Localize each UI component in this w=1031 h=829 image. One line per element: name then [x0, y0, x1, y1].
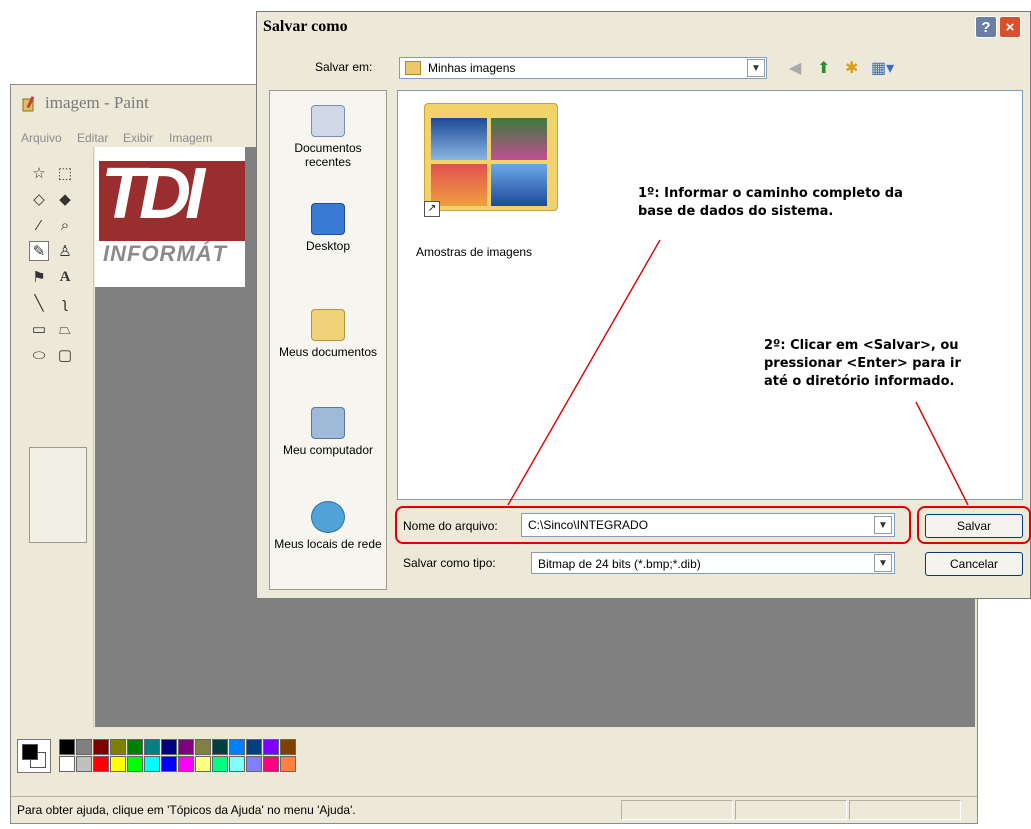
- callout-line-step2: [915, 401, 969, 506]
- callout-line-step1: [507, 239, 661, 506]
- callout-lines: [507, 239, 969, 506]
